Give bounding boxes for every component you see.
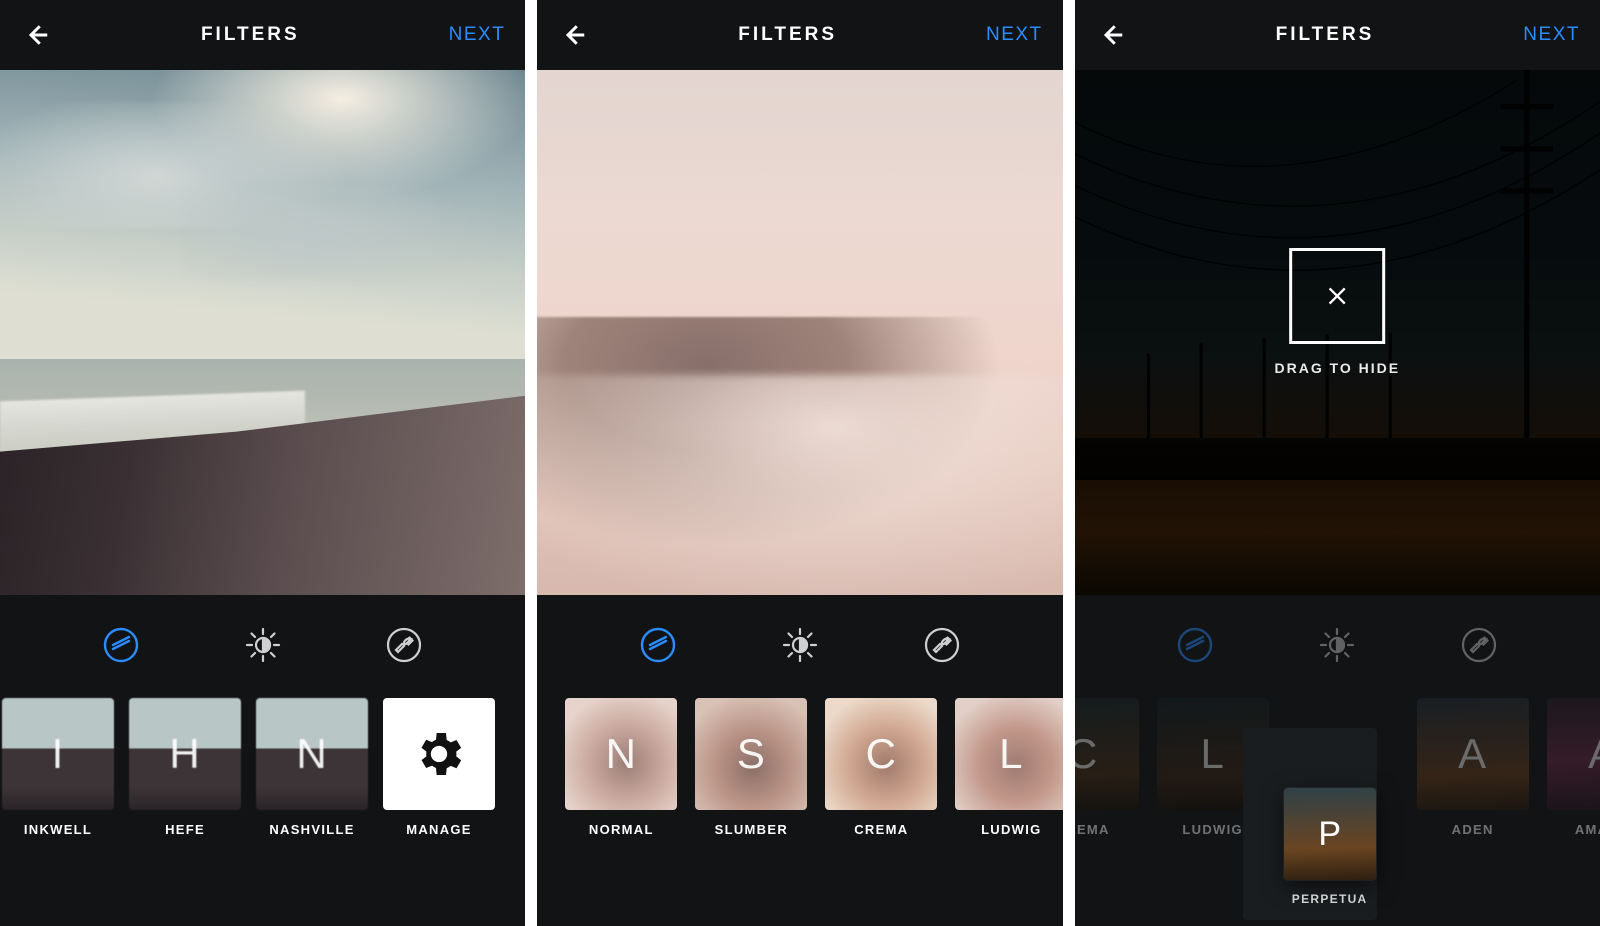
page-title: FILTERS <box>52 24 449 46</box>
filters-icon <box>1175 625 1215 665</box>
filters-tab[interactable] <box>100 624 142 666</box>
filter-strip[interactable]: N NORMAL S SLUMBER C CREMA L LUDWIG <box>537 695 1062 895</box>
filter-manage[interactable]: MANAGE <box>383 698 495 837</box>
screen-3: FILTERS NEXT DRAG TO HIDE <box>1075 0 1600 926</box>
next-button[interactable]: NEXT <box>986 24 1043 46</box>
filter-crema[interactable]: C CREMA <box>1075 698 1139 837</box>
filter-label: LUDWIG <box>981 822 1042 837</box>
wrench-icon <box>922 625 962 665</box>
filter-glyph: C <box>866 730 897 778</box>
header: FILTERS NEXT <box>537 0 1062 70</box>
wrench-icon <box>384 625 424 665</box>
dragging-filter[interactable]: P PERPETUA <box>1265 788 1395 906</box>
filter-inkwell[interactable]: I INKWELL <box>2 698 114 837</box>
filter-glyph: L <box>1200 730 1224 778</box>
filter-label: NASHVILLE <box>269 822 354 837</box>
tools-tab[interactable] <box>383 624 425 666</box>
filters-icon <box>101 625 141 665</box>
lux-tab[interactable] <box>1316 624 1358 666</box>
filter-label: CREMA <box>854 822 908 837</box>
next-button[interactable]: NEXT <box>1523 24 1580 46</box>
wrench-icon <box>1459 625 1499 665</box>
filter-glyph: P <box>1318 815 1341 854</box>
page-title: FILTERS <box>1127 24 1524 46</box>
back-button[interactable] <box>557 19 589 51</box>
arrow-left-icon <box>21 20 51 50</box>
header: FILTERS NEXT <box>0 0 525 70</box>
filter-glyph: A <box>1588 730 1600 778</box>
filter-glyph: C <box>1075 730 1099 778</box>
sun-contrast-icon <box>1317 625 1357 665</box>
screen-1: FILTERS NEXT I INKWELL H HEF <box>0 0 525 926</box>
filters-icon <box>638 625 678 665</box>
sun-contrast-icon <box>780 625 820 665</box>
filter-label: SLUMBER <box>715 822 788 837</box>
arrow-left-icon <box>1096 20 1126 50</box>
filter-glyph: N <box>606 730 637 778</box>
filter-label: LUDWIG <box>1182 822 1243 837</box>
filter-strip[interactable]: I INKWELL H HEFE N NASHVILLE MANAGE <box>0 695 525 895</box>
filter-glyph: S <box>737 730 766 778</box>
filter-label: NORMAL <box>589 822 654 837</box>
filter-slumber[interactable]: S SLUMBER <box>695 698 807 837</box>
lux-tab[interactable] <box>779 624 821 666</box>
screen-2: FILTERS NEXT N NORMAL S SLUMBER <box>537 0 1062 926</box>
filter-aden[interactable]: A ADEN <box>1417 698 1529 837</box>
header: FILTERS NEXT <box>1075 0 1600 70</box>
filter-glyph: A <box>1458 730 1487 778</box>
photo-preview[interactable] <box>0 70 525 595</box>
tools-tab[interactable] <box>921 624 963 666</box>
filter-glyph: N <box>296 730 327 778</box>
photo-preview[interactable]: DRAG TO HIDE <box>1075 70 1600 595</box>
filter-crema[interactable]: C CREMA <box>825 698 937 837</box>
filter-hefe[interactable]: H HEFE <box>129 698 241 837</box>
filter-amaro[interactable]: A AMARO <box>1547 698 1600 837</box>
filters-tab[interactable] <box>1174 624 1216 666</box>
filter-label: HEFE <box>165 822 205 837</box>
filter-label: CREMA <box>1075 822 1110 837</box>
filter-label: PERPETUA <box>1292 892 1368 906</box>
filters-tab[interactable] <box>637 624 679 666</box>
gear-icon <box>411 726 467 782</box>
lux-tab[interactable] <box>242 624 284 666</box>
edit-toolbar <box>537 595 1062 695</box>
tools-tab[interactable] <box>1458 624 1500 666</box>
filter-label: INKWELL <box>24 822 92 837</box>
filter-label: ADEN <box>1452 822 1494 837</box>
filter-normal[interactable]: N NORMAL <box>565 698 677 837</box>
photo-preview[interactable] <box>537 70 1062 595</box>
back-button[interactable] <box>1095 19 1127 51</box>
filter-glyph: L <box>999 730 1023 778</box>
filter-glyph: H <box>169 730 200 778</box>
filter-glyph: I <box>52 730 65 778</box>
sun-contrast-icon <box>243 625 283 665</box>
filter-label: AMARO <box>1575 822 1600 837</box>
filter-label: MANAGE <box>406 822 472 837</box>
back-button[interactable] <box>20 19 52 51</box>
edit-toolbar <box>0 595 525 695</box>
arrow-left-icon <box>558 20 588 50</box>
edit-toolbar <box>1075 595 1600 695</box>
filter-nashville[interactable]: N NASHVILLE <box>256 698 368 837</box>
page-title: FILTERS <box>589 24 986 46</box>
next-button[interactable]: NEXT <box>449 24 506 46</box>
filter-ludwig[interactable]: L LUDWIG <box>955 698 1062 837</box>
